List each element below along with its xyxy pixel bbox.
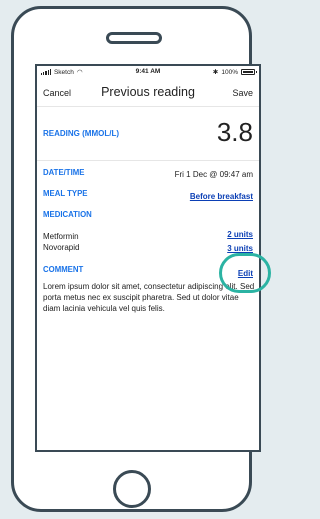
bluetooth-icon: ✱ <box>212 69 219 76</box>
save-button[interactable]: Save <box>232 88 253 98</box>
reading-value: 3.8 <box>216 117 253 147</box>
battery-icon <box>241 69 257 75</box>
home-button[interactable] <box>113 470 151 508</box>
reading-section: READING (MMOL/L) 3.8 <box>37 110 259 161</box>
datetime-label: DATE/TIME <box>43 168 85 177</box>
status-bar: Sketch ◠ 9:41 AM ✱ 100% <box>37 66 259 78</box>
edit-highlight-ring <box>219 253 271 293</box>
reading-label: READING (MMOL/L) <box>43 129 119 138</box>
comment-label: COMMENT <box>43 265 84 274</box>
meal-type-link[interactable]: Before breakfast <box>190 192 253 201</box>
page-title: Previous reading <box>101 85 195 99</box>
battery-percent: 100% <box>221 68 238 76</box>
medication-dose-link[interactable]: 2 units <box>227 230 253 239</box>
phone-speaker <box>106 32 162 44</box>
nav-bar: Cancel Previous reading Save <box>37 80 259 107</box>
medication-label: MEDICATION <box>43 210 92 219</box>
meal-type-label: MEAL TYPE <box>43 189 88 198</box>
medication-dose-link[interactable]: 3 units <box>227 244 253 253</box>
medication-name: Novorapid <box>43 243 80 252</box>
medication-name: Metformin <box>43 232 79 241</box>
datetime-value: Fri 1 Dec @ 09:47 am <box>174 170 253 179</box>
